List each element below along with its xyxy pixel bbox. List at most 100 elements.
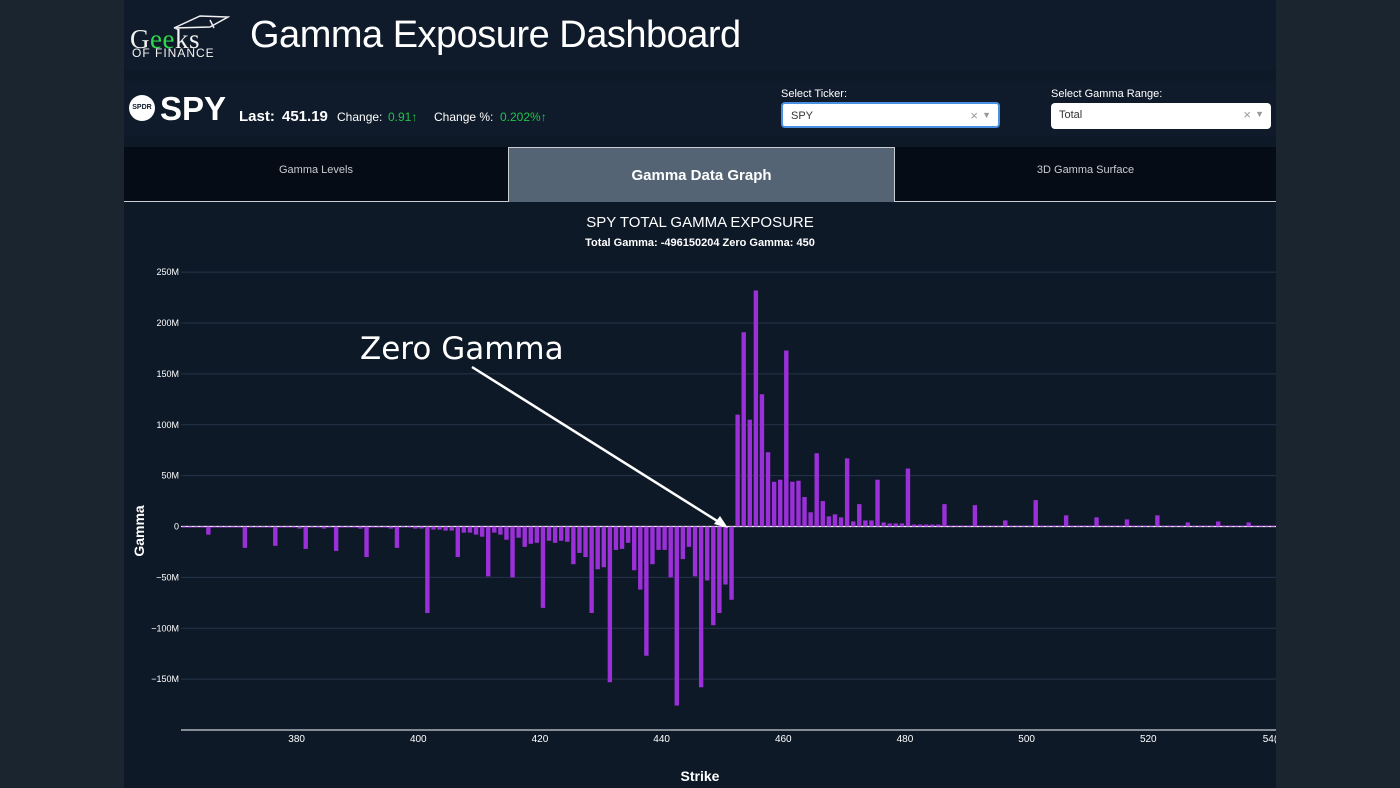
gamma-bar[interactable]	[498, 526, 503, 535]
gamma-bar[interactable]	[194, 526, 199, 528]
gamma-bar[interactable]	[358, 526, 363, 529]
gamma-bar[interactable]	[796, 480, 801, 527]
gamma-bar[interactable]	[595, 526, 600, 570]
gamma-bar[interactable]	[741, 332, 746, 527]
gamma-bar[interactable]	[607, 526, 613, 683]
gamma-bar[interactable]	[1179, 525, 1184, 527]
gamma-bar[interactable]	[723, 526, 728, 585]
gamma-bar[interactable]	[577, 526, 582, 553]
gamma-bar[interactable]	[881, 522, 886, 527]
gamma-bar[interactable]	[1191, 525, 1197, 527]
gamma-bar[interactable]	[1063, 515, 1069, 527]
gamma-bar[interactable]	[242, 526, 248, 548]
gamma-bar[interactable]	[765, 452, 771, 527]
gamma-bar[interactable]	[181, 526, 187, 528]
gamma-bar[interactable]	[735, 414, 740, 527]
gamma-bar[interactable]	[218, 526, 223, 528]
gamma-bar[interactable]	[674, 526, 679, 706]
gamma-bar[interactable]	[419, 526, 424, 529]
gamma-bar[interactable]	[206, 526, 211, 535]
gamma-bar[interactable]	[1270, 525, 1276, 527]
gamma-bar[interactable]	[972, 505, 978, 527]
gamma-bar[interactable]	[528, 526, 533, 544]
gamma-bar[interactable]	[565, 526, 570, 542]
gamma-bar[interactable]	[1027, 525, 1032, 527]
gamma-range-select[interactable]: Total × ▼	[1051, 103, 1271, 129]
gamma-bar[interactable]	[267, 526, 272, 528]
gamma-bar[interactable]	[200, 526, 205, 528]
gamma-bar[interactable]	[784, 350, 789, 527]
tab-gamma-levels[interactable]: Gamma Levels	[124, 147, 508, 202]
gamma-bar[interactable]	[899, 523, 905, 527]
gamma-bar[interactable]	[346, 526, 351, 528]
gamma-bar[interactable]	[924, 524, 929, 527]
gamma-bar[interactable]	[1209, 525, 1215, 527]
gamma-bar[interactable]	[1185, 522, 1190, 527]
gamma-bar[interactable]	[1155, 515, 1160, 527]
gamma-bar[interactable]	[260, 526, 266, 528]
gamma-bar[interactable]	[1130, 525, 1136, 527]
gamma-bar[interactable]	[990, 525, 996, 527]
gamma-bar[interactable]	[717, 526, 722, 613]
gamma-bar[interactable]	[236, 526, 241, 528]
gamma-bar[interactable]	[930, 524, 935, 527]
gamma-bar[interactable]	[1264, 525, 1270, 527]
gamma-bar[interactable]	[248, 526, 254, 528]
gamma-bar[interactable]	[625, 526, 631, 543]
gamma-bar[interactable]	[315, 526, 321, 528]
gamma-bar[interactable]	[400, 526, 406, 528]
gamma-bar[interactable]	[1021, 525, 1026, 527]
gamma-bar[interactable]	[546, 526, 552, 541]
gamma-bar[interactable]	[352, 526, 357, 528]
gamma-bar[interactable]	[425, 526, 430, 613]
gamma-bar[interactable]	[382, 526, 387, 528]
gamma-bar[interactable]	[187, 526, 193, 528]
clear-icon[interactable]: ×	[1243, 107, 1251, 122]
gamma-bar[interactable]	[1112, 525, 1117, 527]
gamma-bar[interactable]	[273, 526, 278, 546]
gamma-bar[interactable]	[1234, 525, 1239, 527]
gamma-bar[interactable]	[747, 419, 752, 527]
gamma-bar[interactable]	[1106, 525, 1111, 527]
gamma-bar[interactable]	[224, 526, 229, 528]
gamma-bar[interactable]	[552, 526, 558, 543]
gamma-bar[interactable]	[327, 526, 333, 528]
gamma-bar[interactable]	[638, 526, 643, 590]
gamma-bar[interactable]	[692, 526, 698, 577]
gamma-bar[interactable]	[516, 526, 521, 538]
gamma-bar[interactable]	[1003, 520, 1008, 527]
gamma-bar[interactable]	[1149, 525, 1154, 527]
gamma-bar[interactable]	[376, 526, 381, 528]
gamma-bar[interactable]	[1118, 525, 1124, 527]
gamma-bar[interactable]	[1082, 525, 1087, 527]
gamma-bar[interactable]	[364, 526, 369, 558]
gamma-bar[interactable]	[711, 526, 716, 626]
gamma-bar[interactable]	[522, 526, 527, 547]
gamma-bar[interactable]	[1070, 525, 1075, 527]
gamma-bar[interactable]	[863, 520, 868, 527]
gamma-bar[interactable]	[467, 526, 473, 533]
gamma-bar[interactable]	[966, 525, 971, 527]
gamma-bar[interactable]	[1088, 525, 1093, 527]
gamma-bar[interactable]	[473, 526, 479, 535]
gamma-bar[interactable]	[942, 504, 947, 527]
gamma-bar[interactable]	[698, 526, 704, 688]
gamma-bar[interactable]	[790, 481, 795, 527]
chevron-down-icon[interactable]: ▼	[1255, 109, 1264, 119]
gamma-bar[interactable]	[1033, 500, 1038, 527]
gamma-bar[interactable]	[583, 526, 588, 558]
tab-gamma-data-graph[interactable]: Gamma Data Graph	[508, 147, 895, 202]
gamma-bar[interactable]	[686, 526, 692, 547]
gamma-bar[interactable]	[589, 526, 594, 613]
gamma-bar[interactable]	[936, 524, 941, 527]
gamma-bar[interactable]	[905, 468, 911, 527]
gamma-bar[interactable]	[559, 526, 564, 541]
gamma-bar[interactable]	[1197, 525, 1203, 527]
gamma-bar[interactable]	[1057, 525, 1063, 527]
gamma-bar[interactable]	[1222, 525, 1227, 527]
gamma-bar[interactable]	[1228, 525, 1233, 527]
gamma-bar[interactable]	[1161, 525, 1166, 527]
gamma-bar[interactable]	[394, 526, 400, 548]
clear-icon[interactable]: ×	[970, 108, 978, 123]
gamma-bar[interactable]	[321, 526, 327, 529]
